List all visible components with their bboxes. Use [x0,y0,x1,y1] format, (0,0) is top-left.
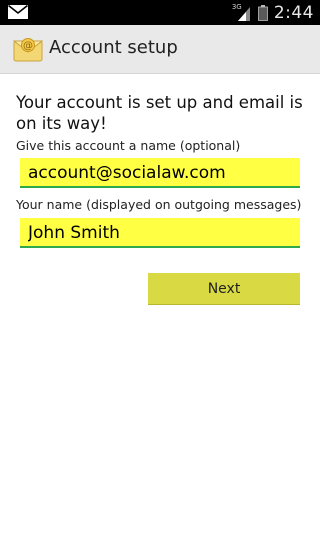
page-title: Account setup [49,37,178,58]
clock-time: 2:44 [273,2,314,23]
status-bar: 3G 2:44 [0,0,320,25]
title-bar: @ Account setup [0,25,320,74]
your-name-field[interactable] [20,218,300,248]
account-name-label: Give this account a name (optional) [16,138,241,153]
battery-icon [257,4,268,21]
setup-complete-message: Your account is set up and email is on i… [16,93,303,133]
next-button[interactable]: Next [148,273,300,305]
status-icons: 3G 2:44 [232,0,314,25]
your-name-label: Your name (displayed on outgoing message… [16,197,302,212]
svg-text:@: @ [23,41,33,52]
email-notification-icon [8,5,28,19]
signal-icon: 3G [232,3,252,22]
email-app-icon: @ [13,38,43,62]
account-name-field[interactable] [20,158,300,188]
